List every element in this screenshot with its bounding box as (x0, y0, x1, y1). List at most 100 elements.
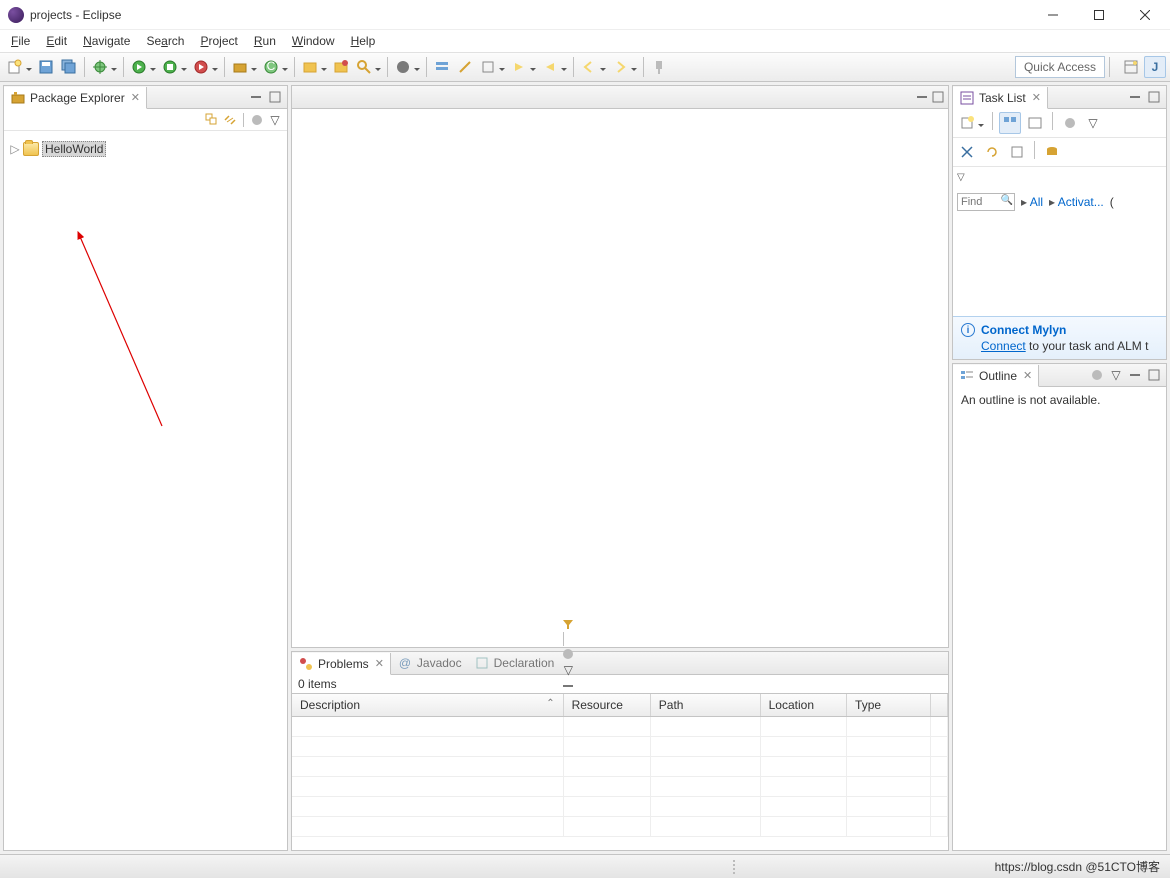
link-editor-button[interactable] (222, 112, 238, 128)
project-node[interactable]: ▷ HelloWorld (10, 141, 281, 157)
statusbar: https://blog.csdn @51CTO博客 (0, 854, 1170, 878)
collapse-button[interactable] (1006, 141, 1028, 163)
close-icon[interactable]: ✕ (375, 657, 384, 670)
mylyn-banner: i Connect Mylyn Connect to your task and… (953, 316, 1166, 359)
minimize-editor-button[interactable] (916, 91, 928, 103)
col-description[interactable]: Description (292, 694, 563, 716)
maximize-button[interactable] (1076, 0, 1122, 30)
run-button[interactable] (128, 56, 158, 78)
connect-link[interactable]: Connect (981, 339, 1026, 353)
view-menu-button[interactable]: ▽ (267, 112, 283, 128)
coverage-button[interactable] (159, 56, 189, 78)
close-icon[interactable]: ✕ (131, 91, 140, 104)
toggle-mark-button[interactable] (454, 56, 476, 78)
package-explorer-tab[interactable]: Package Explorer ✕ (4, 87, 147, 109)
javadoc-tab[interactable]: @ Javadoc (391, 652, 468, 674)
open-type-button[interactable] (299, 56, 329, 78)
repo-button[interactable] (1041, 141, 1063, 163)
task-view-menu[interactable]: ▽ (1084, 112, 1102, 134)
svg-text:J: J (1152, 60, 1159, 74)
pin-editor-button[interactable] (648, 56, 670, 78)
editor-area[interactable] (291, 85, 949, 648)
chevron-down-icon[interactable]: ▽ (957, 172, 965, 183)
prev-annotation-button[interactable] (539, 56, 569, 78)
eclipse-icon (8, 7, 24, 23)
problems-tab-label: Problems (318, 657, 369, 671)
forward-button[interactable] (609, 56, 639, 78)
declaration-tab[interactable]: Declaration (468, 652, 561, 674)
package-explorer-title: Package Explorer (30, 91, 125, 105)
maximize-editor-button[interactable] (932, 91, 944, 103)
close-icon[interactable]: ✕ (1032, 91, 1041, 104)
menu-run[interactable]: Run (247, 32, 283, 50)
new-class-button[interactable]: C (260, 56, 290, 78)
close-button[interactable] (1122, 0, 1168, 30)
menu-edit[interactable]: Edit (39, 32, 74, 50)
maximize-view-button[interactable] (1146, 367, 1162, 383)
minimize-button[interactable] (1030, 0, 1076, 30)
expand-arrow-icon[interactable]: ▷ (10, 142, 20, 156)
focus-task-button[interactable] (249, 112, 265, 128)
problems-tab[interactable]: Problems ✕ (292, 653, 391, 675)
menu-help[interactable]: Help (344, 32, 383, 50)
new-task-button[interactable] (956, 112, 986, 134)
menu-window[interactable]: Window (285, 32, 342, 50)
window-title: projects - Eclipse (30, 8, 121, 22)
search-button[interactable] (353, 56, 383, 78)
problems-table[interactable]: Description Resource Path Location Type (292, 693, 948, 850)
annotation-nav-button[interactable] (477, 56, 507, 78)
focus-outline-button[interactable] (1089, 367, 1105, 383)
new-button[interactable] (4, 56, 34, 78)
close-icon[interactable]: ✕ (1023, 369, 1032, 382)
toggle-breadcrumb-button[interactable] (431, 56, 453, 78)
mylyn-title[interactable]: Connect Mylyn (981, 323, 1066, 337)
maximize-view-button[interactable] (1146, 89, 1162, 105)
back-button[interactable] (578, 56, 608, 78)
hide-completed-button[interactable] (956, 141, 978, 163)
schedule-button[interactable] (1024, 112, 1046, 134)
save-button[interactable] (35, 56, 57, 78)
next-annotation-button[interactable] (508, 56, 538, 78)
view-menu-button[interactable]: ▽ (1108, 367, 1124, 383)
run-last-button[interactable] (190, 56, 220, 78)
info-icon: i (961, 323, 975, 337)
col-resource[interactable]: Resource (563, 694, 650, 716)
all-filter[interactable]: ▸ All (1021, 195, 1043, 209)
minimize-view-button[interactable] (1127, 89, 1143, 105)
open-perspective-button[interactable] (1120, 56, 1142, 78)
activate-filter[interactable]: ▸ Activat... (1049, 195, 1104, 209)
search-icon: 🔍 (1001, 195, 1013, 206)
collapse-all-button[interactable] (204, 112, 220, 128)
filters-button[interactable] (560, 616, 576, 632)
menu-file[interactable]: File (4, 32, 37, 50)
task-context-button[interactable] (392, 56, 422, 78)
col-type[interactable]: Type (847, 694, 931, 716)
maximize-view-button[interactable] (267, 89, 283, 105)
project-tree[interactable]: ▷ HelloWorld (4, 131, 287, 167)
minimize-view-button[interactable] (1127, 367, 1143, 383)
table-row (292, 816, 948, 836)
menu-search[interactable]: Search (139, 32, 191, 50)
task-list-tab[interactable]: Task List ✕ (953, 87, 1048, 109)
synchronize-button[interactable] (981, 141, 1003, 163)
menu-navigate[interactable]: Navigate (76, 32, 137, 50)
outline-tab[interactable]: Outline ✕ (953, 365, 1039, 387)
new-package-button[interactable] (229, 56, 259, 78)
titlebar: projects - Eclipse (0, 0, 1170, 30)
java-perspective-button[interactable]: J (1144, 56, 1166, 78)
menu-project[interactable]: Project (193, 32, 244, 50)
minimize-view-button[interactable] (248, 89, 264, 105)
javadoc-tab-label: Javadoc (417, 656, 462, 670)
outline-panel: Outline ✕ ▽ An outline is not available. (952, 363, 1167, 851)
col-path[interactable]: Path (650, 694, 760, 716)
focus-problems-button[interactable] (560, 646, 576, 662)
open-task-button[interactable] (330, 56, 352, 78)
statusbar-grip[interactable] (733, 860, 735, 874)
quick-access[interactable]: Quick Access (1015, 56, 1105, 78)
debug-button[interactable] (89, 56, 119, 78)
focus-workweek-button[interactable] (1059, 112, 1081, 134)
col-location[interactable]: Location (760, 694, 846, 716)
categorize-button[interactable] (999, 112, 1021, 134)
table-row (292, 776, 948, 796)
save-all-button[interactable] (58, 56, 80, 78)
